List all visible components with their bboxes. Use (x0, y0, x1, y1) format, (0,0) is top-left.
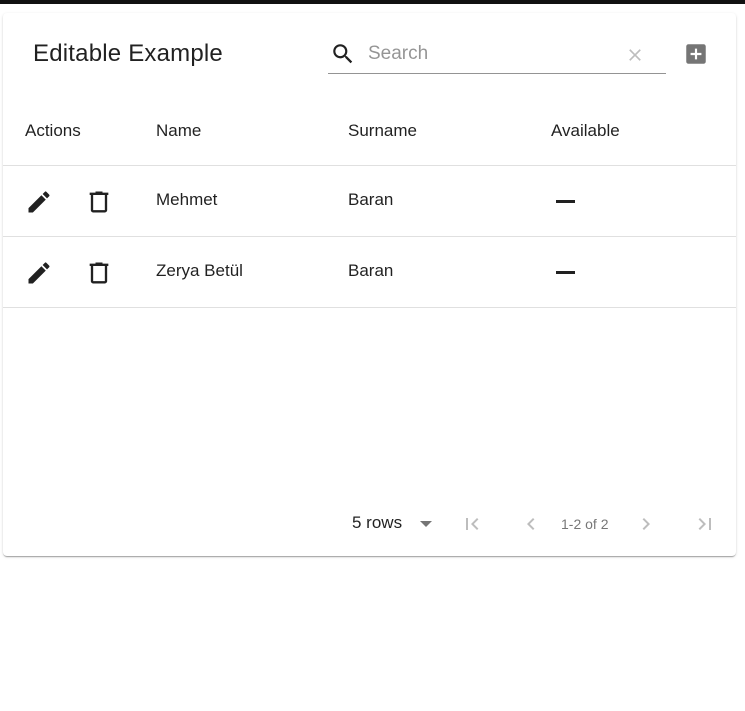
pencil-icon[interactable] (25, 188, 53, 216)
dropdown-arrow-icon[interactable] (417, 517, 435, 531)
chevron-left-icon[interactable] (519, 512, 543, 536)
close-icon[interactable] (625, 45, 645, 65)
last-page-icon[interactable] (693, 512, 717, 536)
pencil-icon[interactable] (25, 259, 53, 287)
cell-available-empty (556, 200, 575, 203)
search-icon (333, 44, 353, 64)
column-header-surname[interactable]: Surname (348, 121, 417, 141)
column-header-actions: Actions (25, 121, 81, 140)
table-toolbar: Editable Example (3, 13, 736, 97)
window-top-bar (0, 0, 745, 4)
chevron-right-icon[interactable] (634, 512, 658, 536)
table-title: Editable Example (33, 40, 223, 67)
trash-icon[interactable] (85, 188, 113, 216)
column-header-available[interactable]: Available (551, 121, 620, 141)
cell-available-empty (556, 271, 575, 274)
table-row: Zerya Betül Baran (3, 237, 736, 308)
search-field (328, 37, 666, 74)
table-row: Mehmet Baran (3, 166, 736, 237)
cell-name: Mehmet (156, 190, 218, 209)
search-input[interactable] (368, 41, 608, 67)
page-info: 1-2 of 2 (561, 516, 609, 532)
column-header-name[interactable]: Name (156, 121, 201, 141)
editable-table-card: Editable Example Actions Name Surname Av… (3, 13, 736, 556)
cell-surname: Baran (348, 261, 394, 280)
first-page-icon[interactable] (460, 512, 484, 536)
cell-surname: Baran (348, 190, 394, 209)
trash-icon[interactable] (85, 259, 113, 287)
rows-per-page-select[interactable]: 5 rows (352, 513, 402, 533)
table-header-row: Actions Name Surname Available (3, 97, 736, 166)
cell-name: Zerya Betül (156, 261, 243, 280)
pagination-bar: 5 rows 1-2 of 2 (3, 499, 736, 547)
add-box-icon[interactable] (683, 41, 709, 67)
